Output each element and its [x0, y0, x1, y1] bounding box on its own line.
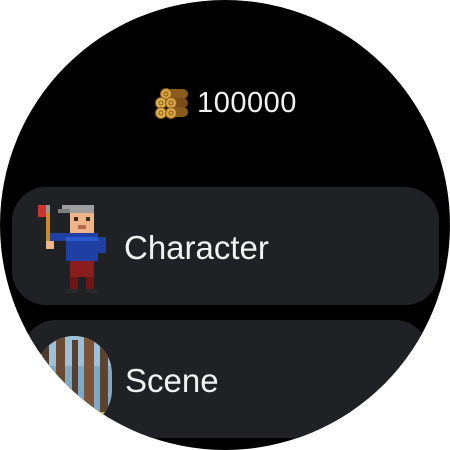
scene-menu-item[interactable]: Scene	[22, 320, 429, 438]
scene-label: Scene	[125, 362, 219, 399]
wood-logs-icon	[155, 88, 189, 119]
character-menu-item[interactable]: Character	[12, 187, 439, 305]
forest-scene-thumbnail	[36, 336, 112, 428]
currency-header: 100000	[0, 80, 450, 126]
lumberjack-character-icon	[38, 205, 106, 293]
currency-value: 100000	[197, 86, 297, 119]
character-label: Character	[124, 229, 269, 266]
watch-screen: 100000 Character Scene	[0, 0, 450, 450]
